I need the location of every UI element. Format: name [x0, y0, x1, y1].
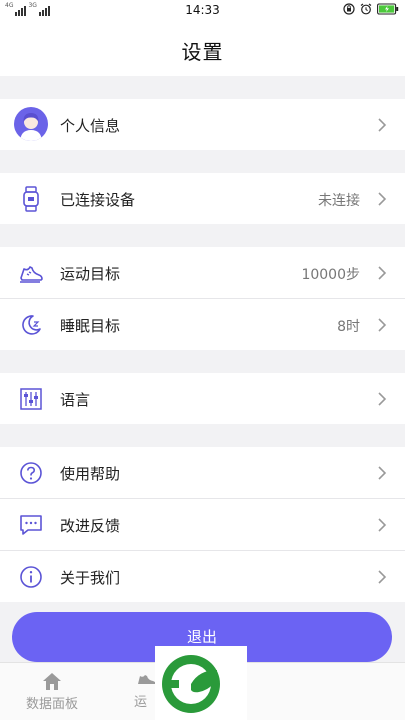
chevron-right-icon [378, 192, 387, 206]
chevron-right-icon [378, 118, 387, 132]
watch-icon [18, 186, 44, 212]
home-icon [43, 673, 61, 690]
header: 设置 [0, 20, 405, 76]
row-personal-info[interactable]: 个人信息 [0, 99, 405, 150]
device-status-value: 未连接 [318, 193, 360, 209]
row-feedback[interactable]: 改进反馈 [0, 499, 405, 550]
row-sleep-goal[interactable]: 睡眠目标 8时 [0, 299, 405, 350]
moon-icon [18, 312, 44, 338]
row-exercise-goal[interactable]: 运动目标 10000步 [0, 247, 405, 298]
row-language[interactable]: 语言 [0, 373, 405, 424]
sliders-icon [18, 386, 44, 412]
row-label: 语言 [60, 391, 91, 409]
row-label: 使用帮助 [60, 465, 121, 483]
nav-label: 运 [134, 695, 148, 710]
alarm-icon [360, 3, 372, 15]
lock-rotation-icon [343, 3, 355, 15]
brand-logo [162, 655, 220, 713]
row-label: 个人信息 [60, 117, 121, 135]
sleep-goal-value: 8时 [337, 319, 360, 335]
brand-logo-overlay [155, 646, 247, 720]
nav-label: 数据面板 [25, 697, 78, 712]
page-title: 设置 [181, 40, 224, 64]
row-help[interactable]: 使用帮助 [0, 447, 405, 498]
row-label: 睡眠目标 [60, 317, 121, 335]
row-connected-device[interactable]: 已连接设备 未连接 [0, 173, 405, 224]
avatar [14, 107, 48, 141]
row-label: 运动目标 [60, 265, 121, 283]
chevron-right-icon [378, 518, 387, 532]
row-label: 关于我们 [60, 569, 121, 587]
chevron-right-icon [378, 266, 387, 280]
row-label: 已连接设备 [60, 191, 136, 209]
chevron-right-icon [378, 466, 387, 480]
chevron-right-icon [378, 392, 387, 406]
row-about[interactable]: 关于我们 [0, 551, 405, 602]
row-label: 改进反馈 [60, 517, 121, 535]
info-icon [18, 564, 44, 590]
step-goal-value: 10000步 [301, 267, 360, 283]
question-icon [18, 460, 44, 486]
nav-item-dashboard[interactable]: 数据面板 [24, 671, 80, 712]
status-icons [343, 3, 399, 15]
sneaker-icon [18, 260, 44, 286]
chevron-right-icon [378, 318, 387, 332]
chat-icon [18, 512, 44, 538]
status-bar: 4G 3G 14:33 [0, 0, 405, 20]
chevron-right-icon [378, 570, 387, 584]
battery-icon [377, 3, 399, 15]
